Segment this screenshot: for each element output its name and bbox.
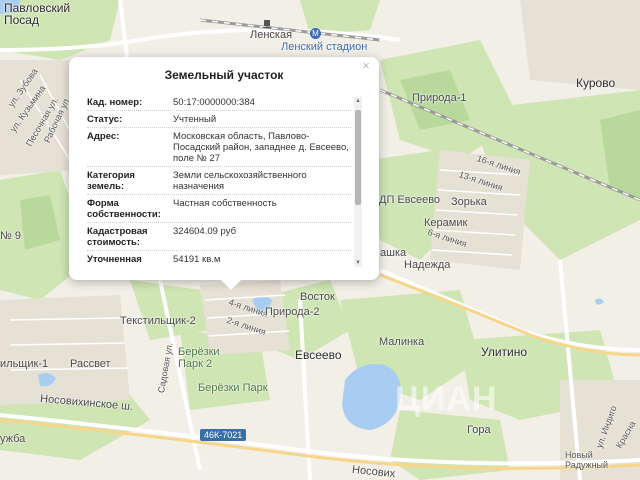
- place-label-vostok: Восток: [300, 291, 335, 303]
- scroll-thumb[interactable]: [355, 110, 361, 205]
- place-label-ashka: ашка: [380, 247, 407, 259]
- info-key: Уточненная площадь:: [87, 254, 142, 267]
- info-key: Форма собственности:: [87, 198, 161, 220]
- place-label-tekstilshik1: ильщик-1: [0, 358, 49, 370]
- info-value: 324604.09 руб: [173, 226, 237, 237]
- info-value: Учтенный: [173, 114, 217, 125]
- railway-station-icon: [262, 16, 272, 28]
- close-icon: ×: [362, 58, 370, 73]
- place-label-evseevo: Евсеево: [295, 348, 342, 362]
- info-key: Адрес:: [87, 131, 120, 142]
- place-label-priroda2: Природа-2: [265, 306, 320, 318]
- place-label-uzhba: ужба: [0, 433, 26, 445]
- info-value: 54191 кв.м: [173, 254, 221, 265]
- place-label-berezki: Берёзки Парк: [198, 382, 268, 394]
- scroll-up-icon[interactable]: ▲: [354, 97, 362, 105]
- info-value: Земли сельскохозяйственного назначения: [173, 170, 307, 192]
- info-row: Форма собственности: Частная собственност…: [87, 195, 351, 223]
- place-label-gora: Гора: [467, 424, 491, 436]
- scroll-down-icon[interactable]: ▼: [354, 259, 362, 267]
- metro-icon: M: [310, 28, 321, 39]
- info-row: Адрес: Московская область, Павлово-Посадс…: [87, 128, 351, 167]
- info-value: Частная собственность: [173, 198, 277, 209]
- place-label-kurovo: Курово: [576, 76, 616, 90]
- watermark: ЦИАН: [395, 380, 498, 418]
- info-row: Кад. номер: 50:17:0000000:384: [87, 94, 351, 111]
- info-row: Статус: Учтенный: [87, 111, 351, 128]
- place-label-priroda1: Природа-1: [412, 92, 467, 104]
- popup-scrollbar[interactable]: ▲ ▼: [354, 97, 362, 267]
- route-badge: 46К-7021: [200, 429, 247, 441]
- info-key: Кадастровая стоимость:: [87, 226, 148, 248]
- place-label-tekstilshik2: Текстильщик-2: [120, 315, 196, 327]
- info-row: Уточненная площадь: 54191 кв.м: [87, 251, 351, 267]
- info-row: Кадастровая стоимость: 324604.09 руб: [87, 223, 351, 251]
- place-label-zorka: Зорька: [451, 196, 487, 208]
- place-label-nadezhda: Надежда: [404, 259, 451, 271]
- popup-info-table: Кад. номер: 50:17:0000000:384 Статус: Учте…: [87, 94, 351, 267]
- place-label-no9: № 9: [0, 230, 21, 242]
- info-key: Статус:: [87, 114, 123, 125]
- land-plot-popup: Земельный участок × Кад. номер: 50:17:000…: [69, 57, 379, 290]
- info-key: Категория земель:: [87, 170, 135, 192]
- place-label-dp-evseevo: ДП Евсеево: [379, 194, 441, 206]
- info-value: 50:17:0000000:384: [173, 97, 255, 108]
- place-label-malinka: Малинка: [379, 336, 425, 348]
- info-row: Категория земель: Земли сельскохозяйствен…: [87, 167, 351, 195]
- close-button[interactable]: ×: [359, 59, 373, 73]
- popup-title: Земельный участок: [164, 68, 284, 82]
- info-key: Кад. номер:: [87, 97, 143, 108]
- info-value: Московская область, Павлово-Посадский ра…: [173, 131, 349, 164]
- place-label-berezki2: Берёзки Парк 2: [178, 346, 220, 370]
- place-label-novy-raduzhny: Новый Радужный: [565, 450, 609, 470]
- place-label-pavlovsky-posad: Павловский Посад: [4, 1, 71, 27]
- place-label-lenskaya: Ленская: [250, 29, 293, 41]
- place-label-lensky-stadion: Ленский стадион: [281, 41, 368, 53]
- place-label-rassvet: Рассвет: [70, 358, 111, 370]
- place-label-ulitino: Улитино: [481, 345, 528, 359]
